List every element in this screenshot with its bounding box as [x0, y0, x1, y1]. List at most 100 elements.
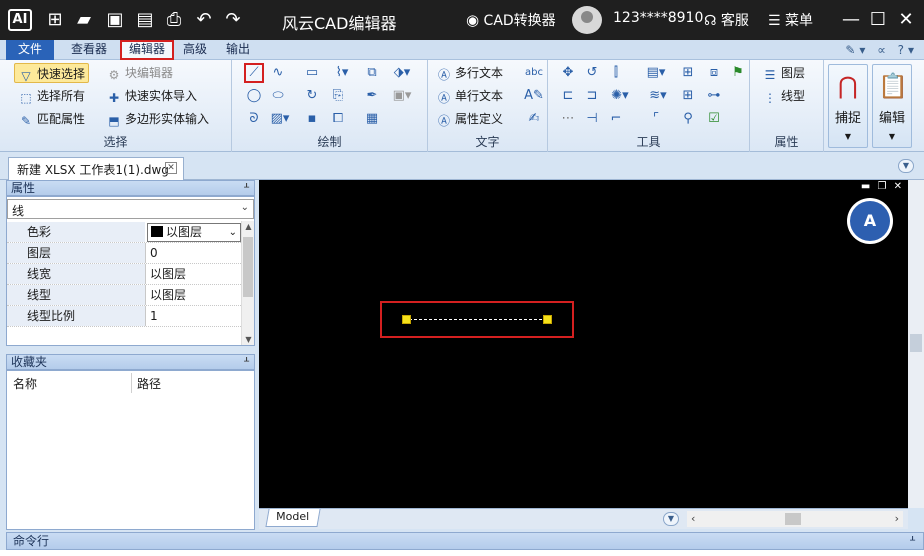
translate-button[interactable]: A: [847, 198, 893, 244]
trim-icon[interactable]: ⊏: [558, 86, 578, 106]
drawing-canvas[interactable]: ▬ ❐ ✕ A: [259, 180, 908, 508]
customer-service-button[interactable]: ☊ 客服: [704, 10, 749, 30]
undo-icon[interactable]: ↶: [193, 9, 215, 31]
property-value[interactable]: 以图层: [145, 285, 241, 305]
entity-type-select[interactable]: 线 ⌄: [7, 199, 254, 219]
hatch-tool-icon[interactable]: ⬗▾: [392, 63, 412, 83]
user-account[interactable]: 123****8910: [613, 10, 703, 26]
ribbon-options[interactable]: ✎▾ ∝ ?▾: [845, 40, 918, 60]
copy-entity-icon[interactable]: ⎘: [328, 86, 348, 106]
property-value[interactable]: 1: [145, 306, 241, 326]
print-icon[interactable]: ⎙: [163, 9, 185, 31]
minimize-icon[interactable]: —: [840, 9, 862, 31]
redo-icon[interactable]: ↷: [222, 9, 244, 31]
cad-converter-button[interactable]: ◉ CAD转换器: [466, 10, 556, 30]
block-editor-button[interactable]: ⚙ 块编辑器: [106, 63, 173, 83]
close-icon[interactable]: ✕: [895, 9, 917, 31]
close-tab-icon[interactable]: ✕: [165, 162, 177, 174]
link-icon[interactable]: ⊶: [704, 86, 724, 106]
canvas-vertical-scrollbar[interactable]: [908, 180, 924, 508]
tab-file[interactable]: 文件: [6, 40, 54, 60]
arc-tool-icon[interactable]: ↻: [302, 86, 322, 106]
rotate-icon[interactable]: ↺: [582, 63, 602, 83]
scroll-right-icon[interactable]: ›: [895, 511, 899, 527]
mirror-icon[interactable]: ⫿: [606, 63, 626, 83]
pin-icon[interactable]: ᚆ: [244, 355, 249, 369]
offset-icon[interactable]: ≋▾: [648, 86, 668, 106]
layout-list-chevron-icon[interactable]: ▼: [663, 512, 679, 526]
polygon-entity-input-button[interactable]: ⬒ 多边形实体输入: [106, 109, 209, 129]
pin-icon[interactable]: ᚆ: [244, 181, 249, 195]
flag-icon[interactable]: ⚑: [728, 63, 748, 83]
save-as-icon[interactable]: ▤: [134, 9, 156, 31]
property-value[interactable]: 0: [145, 243, 241, 263]
end-grip[interactable]: [543, 315, 552, 324]
extend-icon[interactable]: ⊐: [582, 86, 602, 106]
tab-viewer[interactable]: 查看器: [64, 40, 114, 60]
snap-button[interactable]: ⋂ 捕捉 ▼: [828, 64, 868, 148]
align-icon[interactable]: ▤▾: [646, 63, 666, 83]
scroll-up-icon[interactable]: ▲: [242, 222, 255, 231]
linetype-button[interactable]: ⋮ 线型: [762, 86, 805, 106]
polyline-tool-icon[interactable]: ⌇▾: [332, 63, 352, 83]
scroll-left-icon[interactable]: ‹: [691, 511, 695, 527]
group-icon[interactable]: ⊞: [678, 86, 698, 106]
single-line-text-button[interactable]: Ⓐ 单行文本: [436, 86, 503, 106]
check-icon[interactable]: ☑: [704, 109, 724, 129]
tab-output[interactable]: 输出: [219, 40, 257, 60]
canvas-window-controls[interactable]: ▬ ❐ ✕: [861, 181, 904, 192]
new-file-icon[interactable]: ⊞: [44, 9, 66, 31]
avatar[interactable]: [572, 6, 602, 34]
explode-icon[interactable]: ✺▾: [610, 86, 630, 106]
scroll-thumb[interactable]: [243, 237, 253, 297]
column-header-name[interactable]: 名称: [13, 375, 37, 392]
move-icon[interactable]: ✥: [558, 63, 578, 83]
array-icon[interactable]: ⊞: [678, 63, 698, 83]
point-tool-icon[interactable]: ▪: [302, 109, 322, 129]
scroll-thumb[interactable]: [910, 334, 922, 352]
break-icon[interactable]: ⋯: [558, 109, 578, 129]
circle-tool-icon[interactable]: ◯: [244, 86, 264, 106]
scale-icon[interactable]: ⧈: [704, 63, 724, 83]
layers-button[interactable]: ☰ 图层: [762, 63, 805, 83]
ellipse-tool-icon[interactable]: ⬭: [268, 86, 288, 106]
pin-icon[interactable]: ᚆ: [910, 533, 915, 549]
tab-editor[interactable]: 编辑器: [120, 40, 175, 60]
save-icon[interactable]: ▣: [104, 9, 126, 31]
scroll-thumb[interactable]: [785, 513, 801, 525]
canvas-horizontal-scrollbar[interactable]: ‹ ›: [687, 511, 903, 527]
join-icon[interactable]: ⊣: [582, 109, 602, 129]
chamfer-icon[interactable]: ⌜: [646, 109, 666, 129]
tab-model[interactable]: Model: [265, 509, 321, 527]
maximize-icon[interactable]: ☐: [867, 9, 889, 31]
helix-tool-icon[interactable]: ᘐ: [244, 109, 264, 129]
color-select[interactable]: 以图层 ⌄: [147, 223, 241, 242]
mtext-button[interactable]: Ⓐ 多行文本: [436, 63, 503, 83]
spline-tool-icon[interactable]: ∿: [268, 63, 288, 83]
match-properties-button[interactable]: ✎ 匹配属性: [18, 109, 85, 129]
selected-line-entity[interactable]: [409, 319, 547, 320]
region-tool-icon[interactable]: ▣▾: [392, 86, 412, 106]
table-tool-icon[interactable]: ▦: [362, 109, 382, 129]
image-insert-icon[interactable]: ⧠: [328, 109, 348, 129]
line-tool-icon[interactable]: ⟋: [244, 63, 264, 83]
column-header-path[interactable]: 路径: [137, 375, 161, 392]
tab-advanced[interactable]: 高级: [176, 40, 214, 60]
start-grip[interactable]: [402, 315, 411, 324]
main-menu-button[interactable]: ☰ 菜单: [768, 10, 813, 30]
text-abc-icon[interactable]: abc: [524, 63, 544, 83]
insert-block-icon[interactable]: ⧉: [362, 63, 382, 83]
select-all-button[interactable]: ⬚ 选择所有: [18, 86, 85, 106]
open-folder-icon[interactable]: ▰: [73, 9, 95, 31]
document-tab[interactable]: 新建 XLSX 工作表1(1).dwg ✕: [8, 157, 184, 180]
fillet-icon[interactable]: ⌐: [606, 109, 626, 129]
gradient-fill-icon[interactable]: ▨▾: [270, 109, 290, 129]
edit-button[interactable]: 📋 编辑 ▼: [872, 64, 912, 148]
text-edit-icon[interactable]: ✍: [524, 109, 544, 129]
measure-icon[interactable]: ⚲: [678, 109, 698, 129]
command-input-area[interactable]: [0, 550, 924, 556]
properties-scrollbar[interactable]: ▲ ▼: [241, 221, 254, 345]
tab-list-chevron-icon[interactable]: ▼: [898, 159, 914, 173]
rectangle-tool-icon[interactable]: ▭: [302, 63, 322, 83]
quick-entity-import-button[interactable]: ✚ 快速实体导入: [106, 86, 197, 106]
